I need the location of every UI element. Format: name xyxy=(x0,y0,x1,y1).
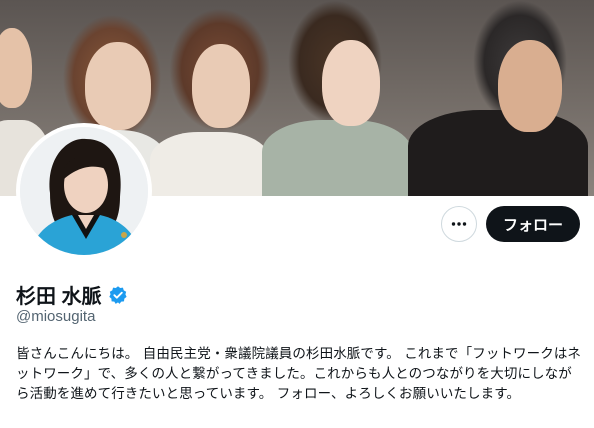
banner-person xyxy=(150,132,270,196)
banner-face xyxy=(498,40,562,132)
banner-face xyxy=(322,40,380,126)
more-options-button[interactable] xyxy=(441,206,477,242)
avatar-portrait xyxy=(20,127,148,255)
user-handle: @miosugita xyxy=(16,308,96,325)
display-name: 杉田 水脈 xyxy=(16,286,102,308)
profile-name-row: 杉田 水脈 xyxy=(16,280,128,309)
banner-face xyxy=(85,42,151,130)
follow-button[interactable]: フォロー xyxy=(486,206,580,242)
banner-person xyxy=(262,120,412,196)
verified-badge-icon[interactable] xyxy=(108,285,128,305)
profile-bio: 皆さんこんにちは。 自由民主党・衆議院議員の杉田水脈です。 これまで「フットワー… xyxy=(16,346,582,402)
avatar-image xyxy=(20,127,148,255)
banner-face xyxy=(0,28,32,108)
more-horizontal-icon xyxy=(451,222,467,226)
profile-avatar[interactable] xyxy=(16,123,152,259)
banner-person xyxy=(408,110,588,196)
banner-face xyxy=(192,44,250,128)
